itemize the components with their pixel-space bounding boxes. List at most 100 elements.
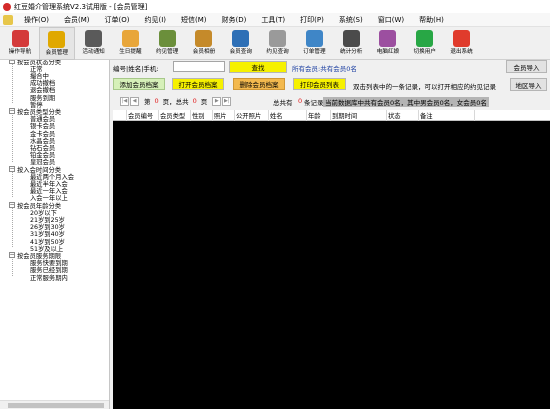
summary-banner: 当前数据库中共有会员0名，其中男会员0名，女会员0名 — [323, 97, 489, 107]
collapse-toggle-icon[interactable]: − — [9, 202, 15, 208]
search-input[interactable] — [173, 61, 225, 72]
tree-connector — [12, 114, 13, 162]
tree-connector — [12, 64, 13, 105]
switch-user-icon — [416, 30, 434, 47]
menu-item-7[interactable]: 打印(P) — [293, 15, 332, 25]
toolbar-label: 退出系统 — [450, 49, 473, 55]
toolbar-label: 订单管理 — [303, 49, 326, 55]
member-panel: 编号|姓名|手机: 查找 所有会员:共有会员0名 会员导入 添加会员档案 打开会… — [111, 60, 550, 409]
grid-column-header[interactable]: 到期时间 — [331, 110, 387, 121]
toolbar-button-9[interactable]: 统计分析 — [333, 27, 369, 60]
toolbar-button-2[interactable]: 活动通知 — [76, 27, 112, 60]
toolbar-button-10[interactable]: 电脑红娘 — [370, 27, 406, 60]
grid-column-header[interactable]: 性别 — [191, 110, 213, 121]
toolbar-button-8[interactable]: 订单管理 — [296, 27, 332, 60]
collapse-toggle-icon[interactable]: − — [9, 108, 15, 115]
toolbar: 操作导航 会员管理 活动通知 生日提醒 约见管理 会员相册 会员查询 约见查询 订单管理 统计分析… — [0, 27, 550, 60]
pen-paper-icon — [269, 30, 287, 47]
member-import-button[interactable]: 会员导入 — [506, 60, 547, 73]
toolbar-label: 活动通知 — [82, 49, 105, 55]
toolbar-label: 切换用户 — [413, 49, 436, 55]
add-member-button[interactable]: 添加会员档案 — [113, 78, 165, 90]
menu-item-6[interactable]: 工具(T) — [254, 15, 293, 25]
next-page-icon[interactable]: ▶ — [212, 96, 222, 106]
last-page-icon[interactable]: ▶| — [222, 96, 232, 106]
scrollbar-thumb[interactable] — [8, 403, 104, 408]
toolbar-button-11[interactable]: 切换用户 — [407, 27, 443, 60]
member-grid[interactable]: 会员编号 会员类型 性别 照片 公开照片 姓名 年龄 到期时间 状态 备注 — [113, 110, 550, 409]
total-pages: 0 — [192, 97, 197, 105]
menu-item-0[interactable]: 操作(O) — [17, 15, 57, 25]
toolbar-button-7[interactable]: 约见查询 — [260, 27, 296, 60]
menu-item-8[interactable]: 系统(S) — [332, 15, 371, 25]
toolbar-label: 电脑红娘 — [376, 49, 400, 55]
appointment-icon — [158, 30, 176, 47]
tree-connector — [12, 258, 13, 278]
page-number: 0 — [154, 97, 159, 105]
grid-column-header[interactable]: 年龄 — [307, 110, 331, 121]
toolbar-label: 操作导航 — [8, 49, 32, 55]
first-page-icon[interactable]: |◀ — [120, 96, 129, 106]
window-title: 红豆婚介管理系统V2.3试用版 - [会员管理] — [14, 2, 148, 11]
menu-item-1[interactable]: 会员(M) — [57, 15, 98, 25]
grid-column-header[interactable]: 状态 — [387, 110, 419, 121]
page-mid: 页，总共 — [162, 98, 189, 106]
page-suffix: 页 — [200, 98, 208, 106]
record-count: 0 — [298, 97, 303, 105]
collapse-toggle-icon[interactable]: − — [9, 166, 15, 172]
toolbar-label: 生日提醒 — [119, 49, 142, 55]
grid-header: 会员编号 会员类型 性别 照片 公开照片 姓名 年龄 到期时间 状态 备注 — [113, 110, 550, 121]
toolbar-button-5[interactable]: 会员相册 — [186, 27, 222, 60]
menu-bar: 操作(O) 会员(M) 订单(O) 约见(I) 短信(M) 财务(D) 工具(T) 打印(P)… — [0, 13, 550, 27]
find-button[interactable]: 查找 — [229, 61, 287, 73]
print-list-button[interactable]: 打印会员列表 — [293, 78, 346, 90]
category-tree: − 按会员状态分类 正常 撮合中 成功撤档 退会撤档 服务到期 暂停 − 按会员类型分类 普通会员银… — [0, 60, 110, 409]
menu-logo-icon — [3, 14, 13, 25]
photo-album-icon — [195, 30, 213, 47]
menu-item-4[interactable]: 短信(M) — [174, 15, 215, 25]
title-bar: 红豆婚介管理系统V2.3试用版 - [会员管理] — [0, 0, 550, 13]
grid-column-header[interactable]: 姓名 — [269, 110, 307, 121]
toolbar-label: 约见管理 — [155, 49, 179, 55]
tree-connector — [12, 208, 13, 249]
toolbar-label: 会员相册 — [192, 49, 216, 55]
toolbar-button-12[interactable]: 退出系统 — [444, 27, 480, 60]
menu-item-5[interactable]: 财务(D) — [215, 15, 255, 25]
globe-order-icon — [305, 30, 323, 47]
grid-column-header[interactable]: 照片 — [213, 110, 235, 121]
menu-item-9[interactable]: 窗口(W) — [371, 15, 412, 25]
power-icon — [453, 30, 471, 47]
sidebar-horizontal-scrollbar[interactable] — [0, 400, 109, 409]
pagination: |◀ ◀ 第 0 页，总共 0 页 ▶ ▶| — [120, 95, 232, 107]
toolbar-button-4[interactable]: 约见管理 — [149, 27, 185, 60]
prev-page-icon[interactable]: ◀ — [130, 96, 139, 106]
grid-column-header[interactable]: 备注 — [419, 110, 475, 121]
navigation-icon — [11, 30, 29, 47]
member-count-text: 所有会员:共有会员0名 — [292, 65, 357, 73]
toolbar-label: 会员管理 — [45, 50, 68, 56]
magnifier-icon — [232, 30, 250, 47]
open-member-button[interactable]: 打开会员档案 — [172, 78, 224, 90]
toolbar-button-6[interactable]: 会员查询 — [223, 27, 259, 60]
toolbar-button-3[interactable]: 生日提醒 — [112, 27, 148, 60]
tree-item[interactable]: 正常服务期内 — [0, 273, 68, 282]
region-import-button[interactable]: 地区导入 — [510, 78, 547, 91]
delete-member-button[interactable]: 删除会员档案 — [233, 78, 285, 90]
birthday-cake-icon — [121, 30, 139, 47]
megaphone-icon — [85, 30, 103, 47]
menu-item-10[interactable]: 帮助(H) — [412, 15, 452, 25]
collapse-toggle-icon[interactable]: − — [9, 252, 15, 259]
member-management-icon — [48, 31, 66, 48]
toolbar-button-1[interactable]: 会员管理 — [38, 27, 75, 60]
record-prefix: 总共有 — [273, 99, 293, 107]
grid-column-header[interactable]: 会员类型 — [159, 110, 191, 121]
grid-column-header[interactable]: 公开照片 — [235, 110, 269, 121]
app-logo-icon — [3, 2, 11, 11]
toolbar-label: 会员查询 — [229, 49, 252, 55]
toolbar-button-0[interactable]: 操作导航 — [2, 27, 38, 60]
matchmaker-icon — [379, 30, 397, 47]
menu-item-3[interactable]: 约见(I) — [137, 15, 174, 25]
grid-column-header[interactable]: 会员编号 — [127, 110, 159, 121]
menu-item-2[interactable]: 订单(O) — [98, 15, 138, 25]
search-label: 编号|姓名|手机: — [113, 65, 159, 73]
